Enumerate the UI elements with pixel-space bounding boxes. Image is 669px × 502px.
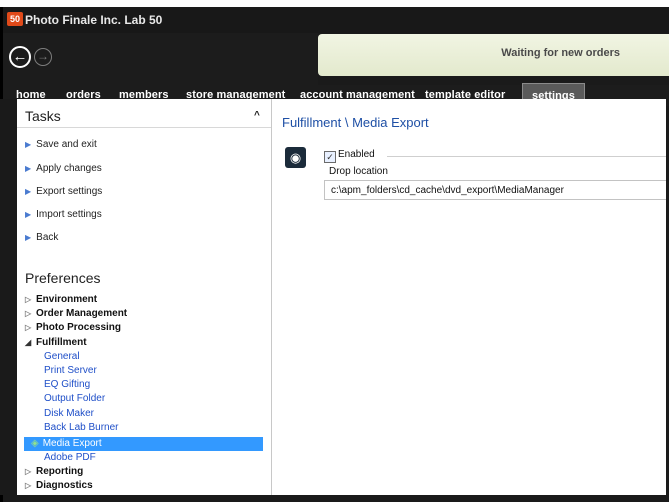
status-text: Waiting for new orders [501, 47, 620, 59]
expand-arrow-icon: ▷ [25, 481, 32, 490]
status-panel: Waiting for new orders [318, 34, 669, 76]
tree-label: Reporting [36, 466, 84, 477]
triangle-right-icon: ▶ [25, 210, 32, 219]
task-label: Apply changes [36, 163, 102, 174]
task-label: Back [36, 232, 59, 243]
task-label: Export settings [36, 186, 103, 197]
settings-content: Fulfillment \ Media Export ◉ ✓ Enabled D… [272, 99, 666, 495]
preferences-heading: Preferences [25, 270, 101, 286]
triangle-right-icon: ▶ [25, 233, 32, 242]
task-save-and-exit[interactable]: ▶ Save and exit [25, 139, 97, 150]
tree-label: Diagnostics [36, 480, 93, 491]
tree-item-reporting[interactable]: ▷ Reporting [25, 466, 83, 477]
nav-toolbar: ← → [3, 33, 318, 85]
page-title: Fulfillment \ Media Export [282, 115, 429, 130]
task-label: Save and exit [36, 139, 97, 150]
back-arrow-icon[interactable]: ← [9, 46, 31, 68]
drop-location-field[interactable]: c:\apm_folders\cd_cache\dvd_export\Media… [324, 180, 666, 200]
title-bar: 50 Photo Finale Inc. Lab 50 [3, 7, 669, 33]
left-border [0, 99, 17, 495]
triangle-right-icon: ▶ [25, 187, 32, 196]
selected-diamond-icon: ◈ [31, 438, 39, 449]
tree-item-disk-maker[interactable]: Disk Maker [44, 408, 94, 419]
task-import-settings[interactable]: ▶ Import settings [25, 209, 102, 220]
task-apply-changes[interactable]: ▶ Apply changes [25, 163, 102, 174]
tree-item-diagnostics[interactable]: ▷ Diagnostics [25, 480, 93, 491]
tree-item-general[interactable]: General [44, 351, 80, 362]
expand-arrow-icon: ▷ [25, 467, 32, 476]
task-label: Import settings [36, 209, 102, 220]
tree-item-eq-gifting[interactable]: EQ Gifting [44, 379, 90, 390]
tree-label: Media Export [42, 438, 102, 449]
sidebar: Tasks ^ ▶ Save and exit ▶ Apply changes ▶ E… [17, 99, 271, 495]
enabled-label: Enabled [338, 149, 375, 160]
enabled-checkbox[interactable]: ✓ [324, 151, 336, 163]
tree-item-print-server[interactable]: Print Server [44, 365, 97, 376]
top-strip [0, 0, 669, 7]
disc-icon: ◉ [285, 147, 306, 168]
triangle-right-icon: ▶ [25, 164, 32, 173]
tree-item-order-management[interactable]: ▷ Order Management [25, 308, 127, 319]
task-back[interactable]: ▶ Back [25, 232, 58, 243]
tree-item-back-lab-burner[interactable]: Back Lab Burner [44, 422, 119, 433]
tree-item-media-export[interactable]: ◈ Media Export [31, 438, 102, 449]
expand-arrow-icon: ▷ [25, 295, 32, 304]
divider [17, 127, 271, 128]
tasks-heading: Tasks [25, 108, 61, 124]
tree-label: Order Management [36, 308, 128, 319]
expand-arrow-icon: ▷ [25, 309, 32, 318]
tree-item-adobe-pdf[interactable]: Adobe PDF [44, 452, 96, 463]
chevron-up-icon[interactable]: ^ [254, 110, 260, 121]
tree-item-output-folder[interactable]: Output Folder [44, 393, 105, 404]
forward-arrow-icon[interactable]: → [34, 48, 52, 66]
expand-arrow-icon: ▷ [25, 323, 32, 332]
tree-label: Photo Processing [36, 322, 122, 333]
triangle-right-icon: ▶ [25, 140, 32, 149]
task-export-settings[interactable]: ▶ Export settings [25, 186, 102, 197]
tree-item-environment[interactable]: ▷ Environment [25, 294, 97, 305]
collapse-arrow-icon: ◢ [25, 338, 32, 347]
tree-item-fulfillment[interactable]: ◢ Fulfillment [25, 337, 87, 348]
app-logo-icon: 50 [7, 12, 23, 26]
group-divider [387, 156, 666, 157]
tree-label: Environment [36, 294, 98, 305]
tree-label: Fulfillment [36, 337, 87, 348]
tree-item-photo-processing[interactable]: ▷ Photo Processing [25, 322, 121, 333]
window-title: Photo Finale Inc. Lab 50 [25, 13, 163, 27]
drop-location-label: Drop location [329, 166, 388, 177]
